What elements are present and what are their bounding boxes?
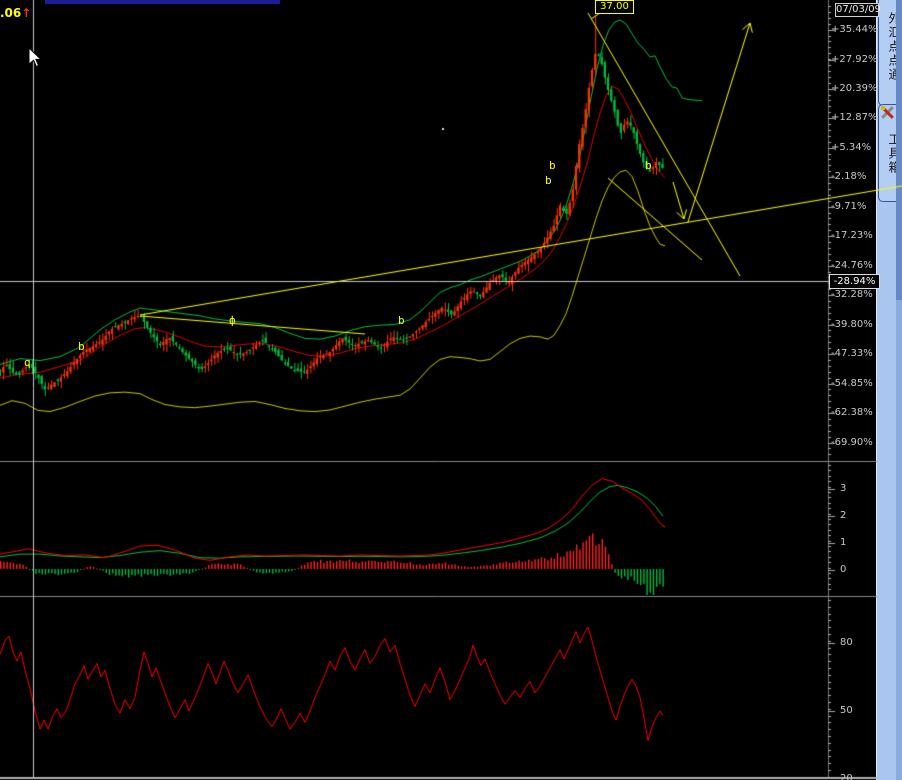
rsi-axis-label: 80 xyxy=(840,637,853,648)
price-axis-label: +35.44% xyxy=(831,24,878,35)
price-axis-label: -9.71% xyxy=(831,201,867,212)
price-axis-label: -17.23% xyxy=(831,230,873,241)
crosshair-price-readout: .06↑ xyxy=(0,6,31,20)
signal-marker: ф xyxy=(229,314,236,327)
mouse-cursor xyxy=(28,47,42,68)
signal-marker: b xyxy=(645,159,652,172)
signal-marker: b xyxy=(398,314,405,327)
price-axis-label: -2.18% xyxy=(831,171,867,182)
price-axis-label: -24.76% xyxy=(831,260,873,271)
rsi-axis-label: 50 xyxy=(840,705,853,716)
app-window: 外汇点点通 工具箱 .06↑ 37.00 07/03/09 -28.94% +3… xyxy=(0,0,902,780)
macd-axis-label: 1 xyxy=(840,537,847,548)
price-axis-label: -54.85% xyxy=(831,378,873,389)
macd-axis-label: 3 xyxy=(840,483,847,494)
price-axis-label: -39.80% xyxy=(831,319,873,330)
signal-marker: q xyxy=(24,356,31,369)
price-axis-label: +27.92% xyxy=(831,54,878,65)
price-axis-label: -62.38% xyxy=(831,407,873,418)
signal-marker: b xyxy=(78,340,85,353)
price-axis-label: +5.34% xyxy=(831,142,872,153)
rsi-axis-label: 20 xyxy=(840,773,853,780)
peak-price-label: 37.00 xyxy=(595,0,634,14)
price-axis-label: -47.33% xyxy=(831,348,873,359)
chart-canvas[interactable] xyxy=(0,0,902,780)
macd-axis-label: 0 xyxy=(840,564,847,575)
price-axis-label: +12.87% xyxy=(831,112,878,123)
date-label: 07/03/09 xyxy=(835,3,881,17)
price-readout-value: .06 xyxy=(0,6,22,20)
signal-marker: b xyxy=(549,159,556,172)
macd-axis-label: 2 xyxy=(840,510,847,521)
current-price-axis-badge: -28.94% xyxy=(829,274,880,289)
titlebar-strip xyxy=(45,0,280,4)
up-arrow-icon: ↑ xyxy=(21,6,32,20)
signal-marker: b xyxy=(545,174,552,187)
price-axis-label: +20.39% xyxy=(831,83,878,94)
price-axis-label: -69.90% xyxy=(831,437,873,448)
price-axis-label: -32.28% xyxy=(831,289,873,300)
